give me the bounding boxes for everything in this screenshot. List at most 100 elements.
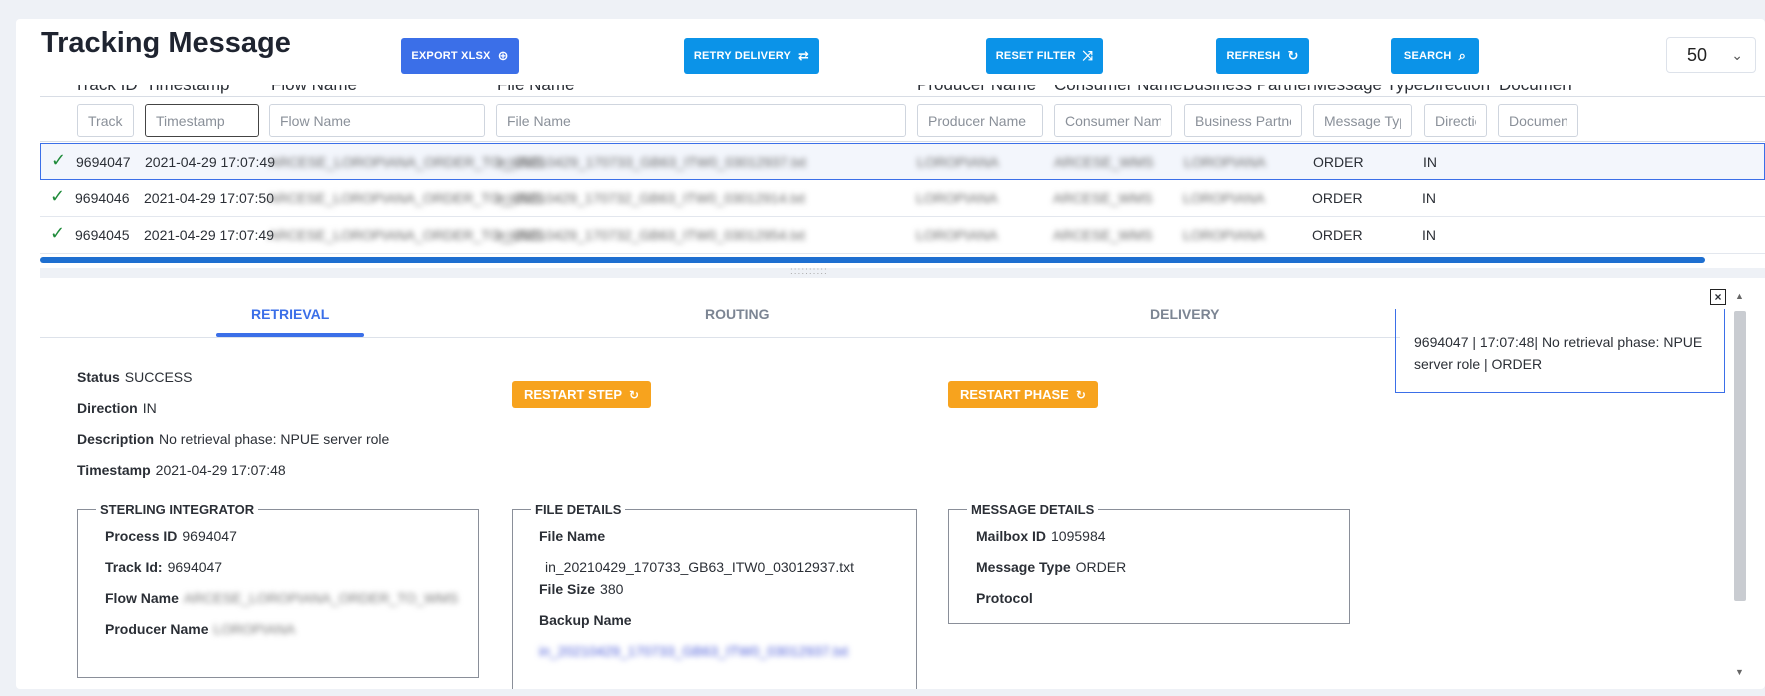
cell-timestamp: 2021-04-29 17:07:49 [144,227,274,243]
cell-track-id: 9694047 [76,154,131,170]
filter-timestamp[interactable] [145,104,259,137]
filter-track-id[interactable] [77,104,134,137]
table-row[interactable]: ✓ 9694046 2021-04-29 17:07:50 ARCESE_LOR… [40,180,1765,217]
grid-header: Track ID Timestamp Flow Name File Name P… [40,85,1765,97]
search-icon: ⌕ [1458,48,1467,63]
cell-partner: LOROPIANA [1183,227,1265,243]
file-details-legend: FILE DETAILS [535,502,622,517]
file-size-field: File Size 380 [539,581,624,597]
detail-tabs: RETRIEVAL ROUTING DELIVERY [40,284,1400,338]
filter-consumer[interactable] [1054,104,1172,137]
sterling-legend: STERLING INTEGRATOR [100,502,255,517]
restart-step-button[interactable]: RESTART STEP ↻ [512,381,652,408]
restart-phase-button[interactable]: RESTART PHASE ↻ [948,381,1098,408]
col-header-consumer[interactable]: Consumer Name [1054,85,1183,95]
cell-track-id: 9694046 [75,190,130,206]
success-check-icon: ✓ [51,150,67,170]
retry-delivery-button[interactable]: RETRY DELIVERY ⇄ [684,38,819,74]
cell-consumer: ARCESE_WMS [1053,190,1153,206]
retry-icon: ⇄ [798,48,810,63]
message-details-legend: MESSAGE DETAILS [971,502,1095,517]
tracking-grid: Track ID Timestamp Flow Name File Name P… [40,85,1765,268]
cell-file-name: in_20210429_170732_GB63_ITW0_03012914.tx… [496,190,806,206]
refresh-icon: ↻ [1075,387,1086,402]
page-size-value: 50 [1687,44,1708,65]
table-row[interactable]: ✓ 9694047 2021-04-29 17:07:49 ARCESE_LOR… [40,143,1765,180]
scroll-thumb[interactable] [1734,311,1746,601]
cell-partner: LOROPIANA [1183,190,1265,206]
reset-label: RESET FILTER [995,50,1076,62]
col-header-direction[interactable]: Direction [1423,85,1490,95]
track-id-field: Track Id: 9694047 [105,559,223,575]
download-icon: ⊕ [497,48,509,63]
reset-filter-button[interactable]: RESET FILTER ⤨ [986,38,1103,74]
log-text: 9694047 | 17:07:48| No retrieval phase: … [1414,334,1703,372]
description-field: Description No retrieval phase: NPUE serv… [77,431,390,447]
filter-file-name[interactable] [496,104,906,137]
grip-icon: :::::::::: [790,266,828,277]
protocol-field: Protocol [976,590,1033,606]
horizontal-scrollbar[interactable] [40,257,1705,263]
cell-direction: IN [1423,154,1437,170]
backup-name-label: Backup Name [539,612,632,628]
col-header-partner[interactable]: Business Partner [1183,85,1312,95]
col-header-flow-name[interactable]: Flow Name [271,85,357,95]
col-header-document[interactable]: Documen [1499,85,1572,95]
timestamp-field: Timestamp 2021-04-29 17:07:48 [77,462,286,478]
tab-retrieval[interactable]: RETRIEVAL [251,306,329,322]
page-title: Tracking Message [41,27,291,59]
cell-direction: IN [1422,190,1436,206]
file-name-value: in_20210429_170733_GB63_ITW0_03012937.tx… [545,559,855,575]
col-header-timestamp[interactable]: Timestamp [146,85,229,95]
table-row[interactable]: ✓ 9694045 2021-04-29 17:07:49 ARCESE_LOR… [40,217,1765,254]
search-button[interactable]: SEARCH ⌕ [1391,38,1479,74]
page-size-select[interactable]: 50 ⌄ [1666,37,1756,73]
backup-name-link[interactable]: in_20210429_170733_GB63_ITW0_03012937.tx… [539,643,848,659]
refresh-label: REFRESH [1226,50,1281,62]
flow-name-field: Flow Name ARCESE_LOROPIANA_ORDER_TO_WMS [105,590,459,606]
direction-field: Direction IN [77,400,157,416]
vertical-scrollbar[interactable]: ▲ ▼ [1732,289,1748,689]
scroll-up-icon[interactable]: ▲ [1735,291,1744,301]
log-message-box: 9694047 | 17:07:48| No retrieval phase: … [1395,309,1725,393]
restart-phase-label: RESTART PHASE [960,387,1069,402]
col-header-file-name[interactable]: File Name [497,85,574,95]
cell-timestamp: 2021-04-29 17:07:50 [144,190,274,206]
refresh-button[interactable]: REFRESH ↻ [1216,38,1309,74]
filter-flow-name[interactable] [269,104,485,137]
close-icon[interactable]: × [1710,289,1726,305]
tab-routing[interactable]: ROUTING [705,306,770,322]
filter-message-type[interactable] [1313,104,1412,137]
export-label: EXPORT XLSX [411,50,491,62]
refresh-icon: ↻ [1287,48,1299,63]
filter-partner[interactable] [1184,104,1302,137]
cell-consumer: ARCESE_WMS [1053,227,1153,243]
filter-document[interactable] [1498,104,1578,137]
active-tab-indicator [216,333,364,337]
message-type-field: Message Type ORDER [976,559,1127,575]
cell-timestamp: 2021-04-29 17:07:49 [145,154,275,170]
export-xlsx-button[interactable]: EXPORT XLSX ⊕ [401,38,519,74]
col-header-message-type[interactable]: Message Type [1313,85,1423,95]
tab-delivery[interactable]: DELIVERY [1150,306,1220,322]
filter-direction[interactable] [1424,104,1487,137]
retry-label: RETRY DELIVERY [693,50,792,62]
success-check-icon: ✓ [50,223,66,243]
search-label: SEARCH [1403,50,1452,62]
mailbox-id-field: Mailbox ID 1095984 [976,528,1106,544]
filter-producer[interactable] [917,104,1043,137]
restart-step-label: RESTART STEP [524,387,622,402]
scroll-down-icon[interactable]: ▼ [1735,667,1744,677]
cell-track-id: 9694045 [75,227,130,243]
file-name-label: File Name [539,528,606,544]
col-header-track-id[interactable]: Track ID [74,85,138,95]
cell-producer: LOROPIANA [917,154,999,170]
status-field: Status SUCCESS [77,369,193,385]
shuffle-icon: ⤨ [1082,48,1094,63]
chevron-down-icon: ⌄ [1731,46,1743,63]
col-header-producer[interactable]: Producer Name [917,85,1036,95]
cell-message-type: ORDER [1312,227,1363,243]
cell-file-name: in_20210429_170733_GB63_ITW0_03012937.tx… [497,154,807,170]
cell-file-name: in_20210429_170732_GB63_ITW0_03012954.tx… [496,227,806,243]
panel-splitter[interactable]: :::::::::: [40,266,1765,278]
